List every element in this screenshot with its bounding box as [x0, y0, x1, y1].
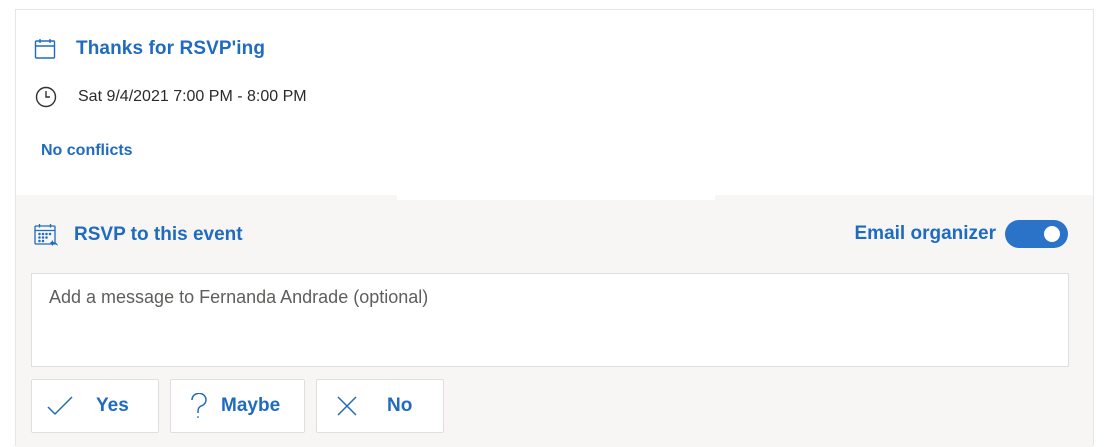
- event-card: Thanks for RSVP'ing Sat 9/4/2021 7:00 PM…: [15, 9, 1094, 447]
- calendar-reply-icon: [34, 223, 58, 246]
- maybe-button-label: Maybe: [221, 395, 281, 416]
- divider-notch: [397, 195, 715, 200]
- yes-button-label: Yes: [96, 395, 129, 416]
- maybe-button[interactable]: Maybe: [170, 379, 305, 433]
- close-icon: [333, 392, 361, 420]
- email-organizer-toggle[interactable]: [1005, 220, 1068, 248]
- question-icon: [185, 392, 213, 420]
- email-organizer-toggle-group: Email organizer: [854, 220, 1068, 248]
- event-time: Sat 9/4/2021 7:00 PM - 8:00 PM: [78, 88, 307, 105]
- event-title-row: Thanks for RSVP'ing: [33, 35, 265, 63]
- no-button-label: No: [387, 395, 413, 416]
- yes-button[interactable]: Yes: [31, 379, 159, 433]
- calendar-icon: [34, 39, 56, 59]
- rsvp-heading-row: RSVP to this event: [33, 221, 243, 249]
- event-title: Thanks for RSVP'ing: [76, 38, 266, 59]
- email-organizer-label: Email organizer: [854, 223, 997, 244]
- message-box: [31, 273, 1069, 367]
- clock-icon: [35, 86, 57, 108]
- checkmark-icon: [46, 392, 74, 420]
- event-summary: Thanks for RSVP'ing Sat 9/4/2021 7:00 PM…: [16, 10, 1093, 195]
- event-time-row: Sat 9/4/2021 7:00 PM - 8:00 PM: [35, 84, 307, 110]
- no-conflicts-link[interactable]: No conflicts: [41, 142, 133, 160]
- no-button[interactable]: No: [316, 379, 444, 433]
- rsvp-heading: RSVP to this event: [74, 224, 243, 245]
- message-input[interactable]: [32, 274, 1068, 366]
- toggle-knob: [1044, 226, 1060, 242]
